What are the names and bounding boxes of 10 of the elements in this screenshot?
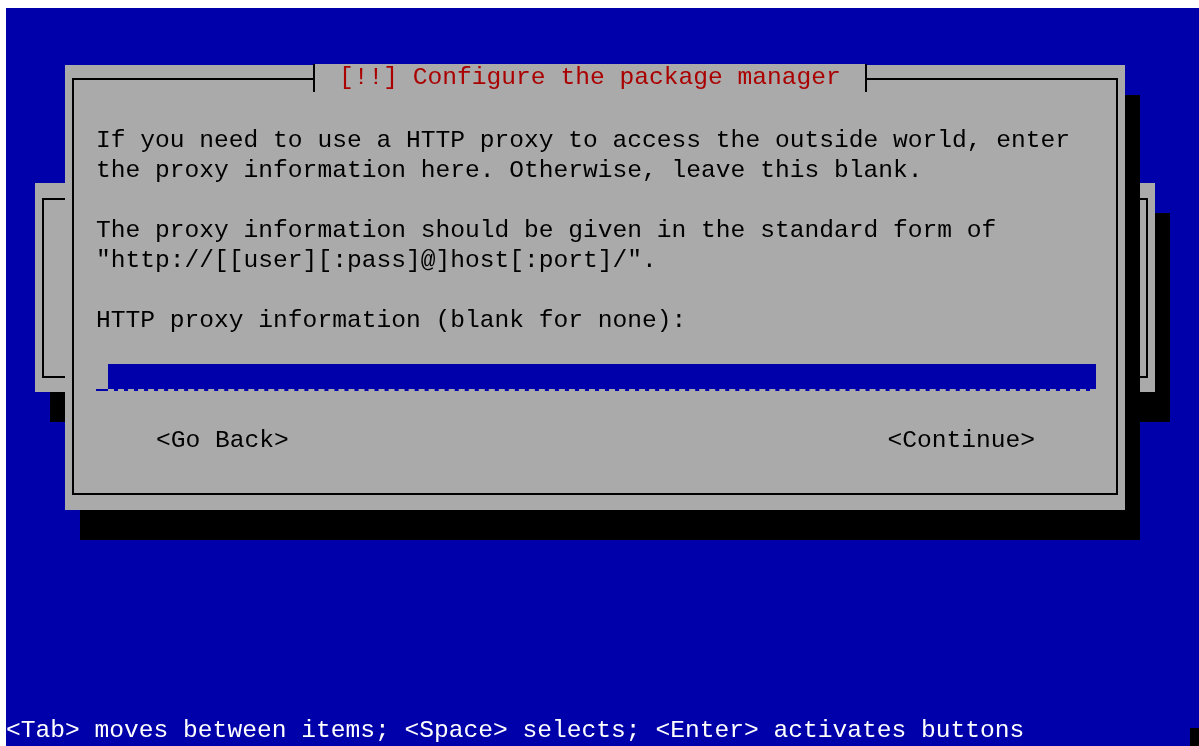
dialog-button[interactable]: <Go Back> [156,426,289,456]
proxy-input-field[interactable] [108,364,1096,391]
dialog-button[interactable]: <Continue> [887,426,1035,456]
dialog-text: The proxy information should be given in the standard form of "http://[[user][:pass]@]host[:port]/". [96,216,998,276]
dialog-title: [!!] Configure the package manager [313,64,867,92]
terminal-cursor [1190,728,1199,746]
key-help-text: <Tab> moves between items; <Space> selects; <Enter> activates buttons [6,716,1025,746]
dialog-text: If you need to use a HTTP proxy to access the outside world, enter the proxy information here. Otherwise, leave this blank. [96,126,1072,186]
text-cursor [96,389,108,391]
field-label: HTTP proxy information (blank for none): [96,306,688,336]
